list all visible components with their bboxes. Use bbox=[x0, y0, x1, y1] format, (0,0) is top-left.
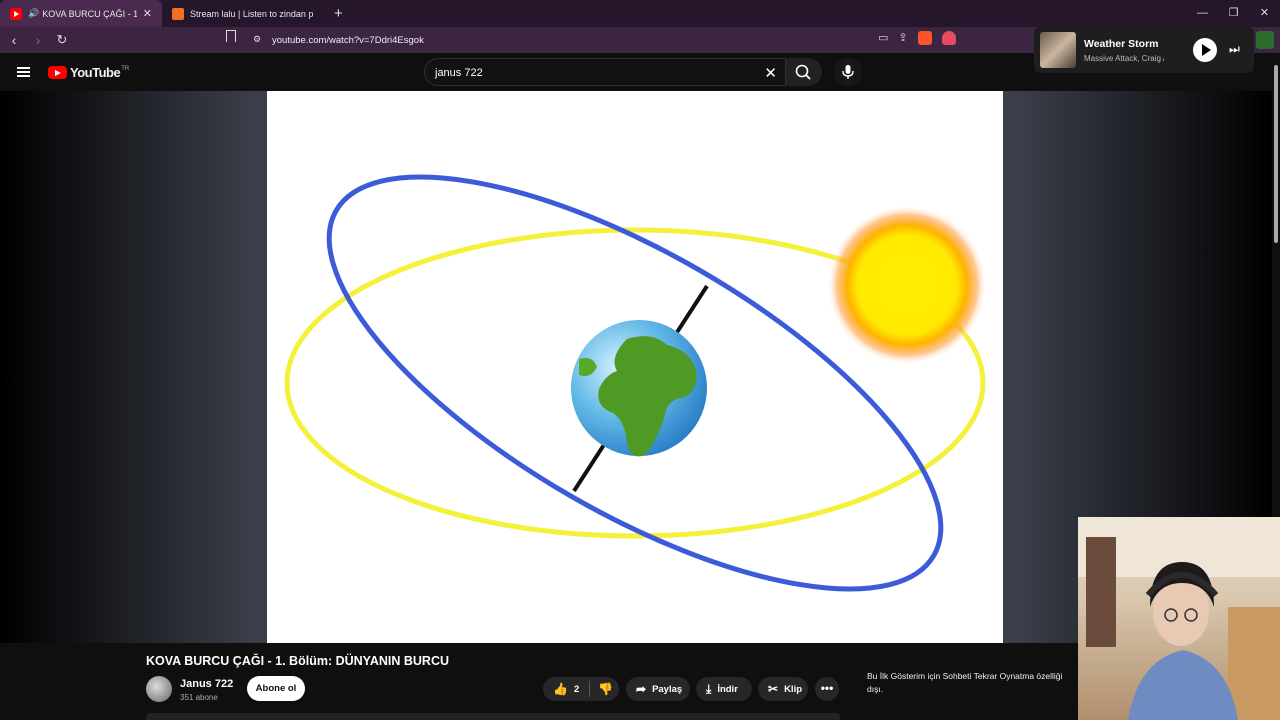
microphone-icon bbox=[842, 65, 854, 79]
download-icon: ⤓ bbox=[706, 681, 712, 696]
close-tab-icon[interactable]: ✕ bbox=[143, 7, 152, 20]
extension-icon[interactable] bbox=[1256, 31, 1274, 49]
screen: 🔊 KOVA BURCU ÇAĞI - 1. Bölüm ✕ Stream la… bbox=[0, 0, 1280, 720]
share-label: Paylaş bbox=[652, 683, 683, 695]
search-button[interactable] bbox=[786, 58, 822, 86]
brave-shields-icon[interactable] bbox=[917, 31, 932, 45]
clip-button[interactable]: ✂ Klip bbox=[758, 677, 808, 701]
tab-title: Stream lalu | Listen to zindan playlist bbox=[190, 8, 314, 19]
speaker-icon[interactable]: 🔊 bbox=[28, 8, 39, 19]
url-text: youtube.com/watch?v=7Ddri4Esgok bbox=[272, 34, 424, 46]
tab-title: KOVA BURCU ÇAĞI - 1. Bölüm bbox=[42, 8, 137, 19]
clear-search-icon[interactable]: ✕ bbox=[764, 64, 777, 82]
download-label: İndir bbox=[717, 683, 738, 695]
share-button[interactable]: ➦ Paylaş bbox=[626, 677, 690, 701]
share-icon: ➦ bbox=[636, 682, 647, 696]
track-title: Weather Storm bbox=[1084, 38, 1159, 50]
download-button[interactable]: ⤓ İndir bbox=[696, 677, 752, 701]
dislike-icon[interactable]: 👎 bbox=[598, 682, 613, 696]
reload-icon[interactable]: ↻ bbox=[52, 32, 72, 48]
webcam-overlay bbox=[1078, 517, 1280, 720]
channel-name[interactable]: Janus 722 bbox=[180, 678, 233, 690]
like-count[interactable]: 2 bbox=[574, 684, 579, 695]
subscribe-button[interactable]: Abone ol bbox=[247, 676, 305, 701]
menu-icon[interactable] bbox=[17, 67, 30, 77]
album-art bbox=[1040, 32, 1076, 68]
back-icon[interactable]: ‹ bbox=[4, 32, 24, 48]
tab-soundcloud[interactable]: Stream lalu | Listen to zindan playlist bbox=[162, 0, 324, 27]
video-title: KOVA BURCU ÇAĞI - 1. Bölüm: DÜNYANIN BUR… bbox=[146, 654, 450, 668]
track-artist: Massive Attack, Craig Armstrong bbox=[1084, 54, 1164, 63]
now-playing-widget[interactable]: Weather Storm Massive Attack, Craig Arms… bbox=[1034, 27, 1254, 73]
search-query: janus 722 bbox=[435, 67, 483, 79]
address-bar-actions: ▭ ⇪ bbox=[878, 31, 956, 45]
like-icon[interactable]: 👍 bbox=[553, 682, 568, 696]
tab-youtube[interactable]: 🔊 KOVA BURCU ÇAĞI - 1. Bölüm ✕ bbox=[0, 0, 162, 27]
cast-icon[interactable]: ▭ bbox=[878, 31, 888, 45]
scrollbar-thumb[interactable] bbox=[1274, 65, 1278, 243]
youtube-favicon-icon bbox=[10, 7, 22, 20]
play-button[interactable] bbox=[1193, 38, 1217, 62]
clip-label: Klip bbox=[784, 683, 803, 695]
youtube-logo[interactable]: YouTube TR bbox=[48, 65, 129, 80]
description-box-edge bbox=[146, 713, 840, 720]
close-window-icon[interactable]: ✕ bbox=[1249, 0, 1280, 27]
youtube-play-icon bbox=[48, 66, 67, 79]
next-track-icon[interactable]: ⏭ bbox=[1229, 42, 1240, 57]
more-actions-button[interactable]: ••• bbox=[815, 677, 839, 701]
window-controls: — ❐ ✕ bbox=[1187, 0, 1280, 27]
logo-text: YouTube bbox=[70, 65, 121, 80]
share-page-icon[interactable]: ⇪ bbox=[898, 31, 907, 45]
forward-icon[interactable]: › bbox=[28, 32, 48, 48]
restore-icon[interactable]: ❐ bbox=[1218, 0, 1249, 27]
url-field[interactable]: youtube.com/watch?v=7Ddri4Esgok bbox=[222, 30, 964, 50]
like-dislike-group: 👍 2 👎 bbox=[543, 677, 619, 701]
sun bbox=[827, 205, 987, 365]
browser-tab-bar: 🔊 KOVA BURCU ÇAĞI - 1. Bölüm ✕ Stream la… bbox=[0, 0, 1280, 27]
earth bbox=[571, 320, 707, 457]
search-icon bbox=[795, 64, 811, 80]
divider bbox=[589, 681, 591, 697]
brave-rewards-icon[interactable] bbox=[941, 31, 956, 45]
video-player[interactable] bbox=[267, 91, 1003, 643]
minimize-icon[interactable]: — bbox=[1187, 0, 1218, 27]
search-input[interactable]: janus 722 ✕ bbox=[424, 58, 786, 86]
new-tab-icon[interactable]: + bbox=[334, 5, 343, 22]
voice-search-button[interactable] bbox=[834, 58, 862, 86]
logo-region: TR bbox=[121, 65, 130, 72]
scissors-icon: ✂ bbox=[768, 682, 779, 696]
soundcloud-favicon-icon bbox=[172, 7, 184, 20]
webcam-feed bbox=[1078, 517, 1280, 720]
video-frame bbox=[284, 174, 987, 592]
subscriber-count: 351 abone bbox=[180, 693, 218, 702]
chat-replay-notice: Bu İlk Gösterim için Sohbeti Tekrar Oyna… bbox=[867, 671, 1063, 694]
channel-avatar[interactable] bbox=[146, 676, 172, 702]
